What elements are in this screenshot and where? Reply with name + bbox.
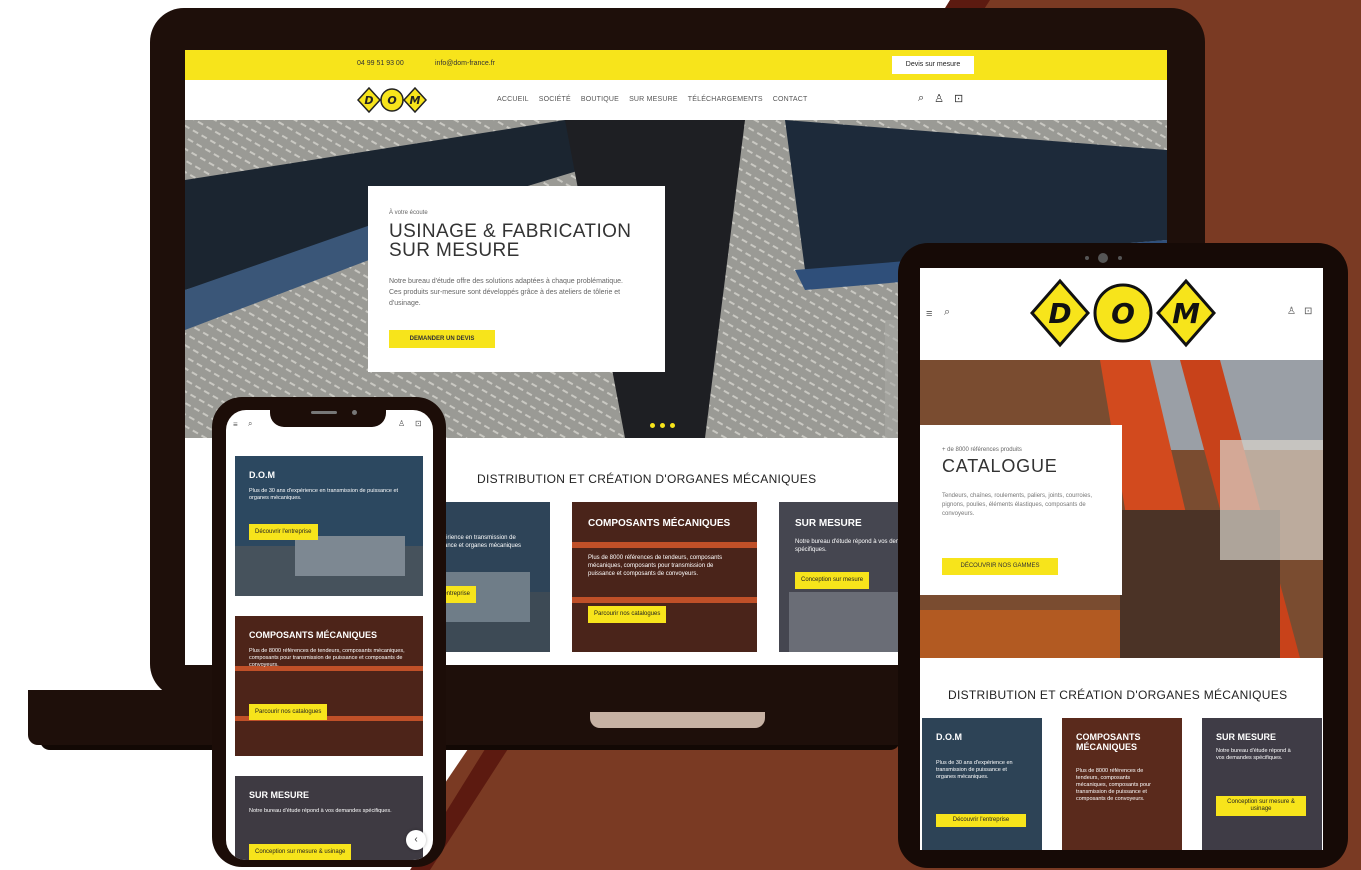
tablet-screen: ≡ ⌕ D O M ♙ ⊡ + de 8000 références produ… [920,268,1323,850]
hero-title: CATALOGUE [942,456,1058,476]
nav-item-boutique[interactable]: BOUTIQUE [581,96,619,103]
card-description: Plus de 30 ans d'expérience en transmiss… [249,488,399,501]
hero-description: Tendeurs, chaînes, roulements, paliers, … [942,493,1093,517]
phone-screen: ≡ ⌕ ♙ ⊡ D.O.M Plus de 30 ans d'expérienc… [226,410,433,860]
main-nav: ACCUEIL SOCIÉTÉ BOUTIQUE SUR MESURE TÉLÉ… [497,96,807,103]
tile-title: COMPOSANTS MÉCANIQUES [1076,732,1141,752]
tile-sur-mesure[interactable]: SUR MESURE Notre bureau d'étude répond à… [779,502,909,652]
carousel-dot[interactable] [660,423,665,428]
section-title: DISTRIBUTION ET CRÉATION D'ORGANES MÉCAN… [948,688,1288,702]
discover-ranges-button[interactable]: DÉCOUVRIR NOS GAMMES [942,558,1058,575]
carousel-dot[interactable] [650,423,655,428]
site-header: D O M ACCUEIL SOCIÉTÉ BOUTIQUE SUR MESUR… [185,80,1167,120]
hero-description: Notre bureau d'étude offre des solutions… [389,278,623,307]
discover-company-button[interactable]: Découvrir l'entreprise [249,524,318,540]
user-icon[interactable]: ♙ [1287,306,1296,317]
tile-description: Notre bureau d'étude répond à vos demand… [1216,748,1291,761]
card-composants[interactable]: COMPOSANTS MÉCANIQUES Plus de 8000 référ… [235,616,423,756]
card-title: D.O.M [249,470,275,480]
logo-letter-d: D [364,94,373,107]
hero-card: À votre écoute USINAGE & FABRICATION SUR… [368,186,665,372]
card-title: SUR MESURE [249,790,310,800]
discover-company-button[interactable]: Découvrir l'entreprise [936,814,1026,827]
nav-item-contact[interactable]: CONTACT [773,96,808,103]
request-quote-button[interactable]: DEMANDER UN DEVIS [389,330,495,348]
logo-letter-m: M [1172,297,1200,330]
phone-speaker [311,411,337,414]
hero-kicker: À votre écoute [389,210,428,216]
dom-logo[interactable]: D O M [357,86,427,114]
quote-button[interactable]: Devis sur mesure [892,56,974,74]
tile-title: COMPOSANTS MÉCANIQUES [588,518,731,529]
tile-description: Plus de 8000 références de tendeurs, com… [1076,768,1151,802]
nav-item-telechargements[interactable]: TÉLÉCHARGEMENTS [688,96,763,103]
cart-icon[interactable]: ⊡ [954,92,963,105]
menu-icon[interactable]: ≡ [926,308,932,320]
user-icon[interactable]: ♙ [398,419,405,428]
tile-composants[interactable]: COMPOSANTS MÉCANIQUES Plus de 8000 référ… [1062,718,1182,850]
tile-dom[interactable]: D.O.M Plus de 30 ans d'expérience en tra… [922,718,1042,850]
logo-letter-o: O [1111,297,1135,330]
tablet-sensor [1085,256,1089,260]
laptop-notch [590,712,765,728]
hero-kicker: + de 8000 références produits [942,447,1022,453]
hero-title: USINAGE & FABRICATION SUR MESURE [389,221,632,261]
tile-sur-mesure[interactable]: SUR MESURE Notre bureau d'étude répond à… [1202,718,1322,850]
section-title: DISTRIBUTION ET CRÉATION D'ORGANES MÉCAN… [477,472,817,486]
card-description: Notre bureau d'étude répond à vos demand… [249,808,392,814]
search-icon[interactable]: ⌕ [248,419,252,429]
dom-logo[interactable]: D O M [1028,278,1218,348]
scroll-top-button[interactable]: ‹ [406,830,426,850]
logo-letter-o: O [387,94,396,107]
custom-design-button[interactable]: Conception sur mesure & usinage [1216,796,1306,816]
card-description: Plus de 8000 références de tendeurs, com… [249,648,405,668]
search-icon[interactable]: ⌕ [944,306,950,319]
phone-camera [352,410,357,415]
tile-title: SUR MESURE [1216,732,1277,742]
user-icon[interactable]: ♙ [934,92,944,105]
card-title: COMPOSANTS MÉCANIQUES [249,630,378,640]
tile-title: D.O.M [936,732,962,742]
tablet-camera [1098,253,1108,263]
tile-description: Notre bureau d'étude répond à vos demand… [795,539,909,553]
hero-card: + de 8000 références produits CATALOGUE … [920,425,1122,595]
tile-description: Plus de 30 ans d'expérience en transmiss… [936,760,1013,780]
nav-item-accueil[interactable]: ACCUEIL [497,96,529,103]
phone-notch [270,405,386,427]
tablet-sensor [1118,256,1122,260]
nav-item-sur-mesure[interactable]: SUR MESURE [629,96,678,103]
custom-design-button[interactable]: Conception sur mesure [795,572,870,589]
laptop-base [28,690,908,745]
logo-letter-m: M [410,94,421,107]
email-link[interactable]: info@dom-france.fr [435,60,495,67]
menu-icon[interactable]: ≡ [233,420,238,429]
tile-description: d'expérience en transmission de puissanc… [430,535,522,549]
tile-composants[interactable]: COMPOSANTS MÉCANIQUES Plus de 8000 référ… [572,502,757,652]
carousel-dot[interactable] [670,423,675,428]
card-dom[interactable]: D.O.M Plus de 30 ans d'expérience en tra… [235,456,423,596]
nav-item-societe[interactable]: SOCIÉTÉ [539,96,571,103]
custom-design-button[interactable]: Conception sur mesure & usinage [249,844,352,860]
tile-title: SUR MESURE [795,518,862,529]
logo-letter-d: D [1048,297,1071,330]
header-icons: ⌕ ♙ ⊡ [918,92,963,105]
cart-icon[interactable]: ⊡ [1304,306,1312,317]
card-sur-mesure[interactable]: SUR MESURE Notre bureau d'étude répond à… [235,776,423,860]
browse-catalogs-button[interactable]: Parcourir nos catalogues [588,606,667,623]
carousel-dots [650,423,675,428]
phone-number[interactable]: 04 99 51 93 00 [357,60,404,67]
tile-description: Plus de 8000 références de tendeurs, com… [588,555,723,577]
top-bar: 04 99 51 93 00 info@dom-france.fr Devis … [185,50,1167,80]
browse-catalogs-button[interactable]: Parcourir nos catalogues [249,704,328,720]
cart-icon[interactable]: ⊡ [415,419,422,428]
hero-banner: + de 8000 références produits CATALOGUE … [920,360,1323,658]
search-icon[interactable]: ⌕ [918,92,924,105]
